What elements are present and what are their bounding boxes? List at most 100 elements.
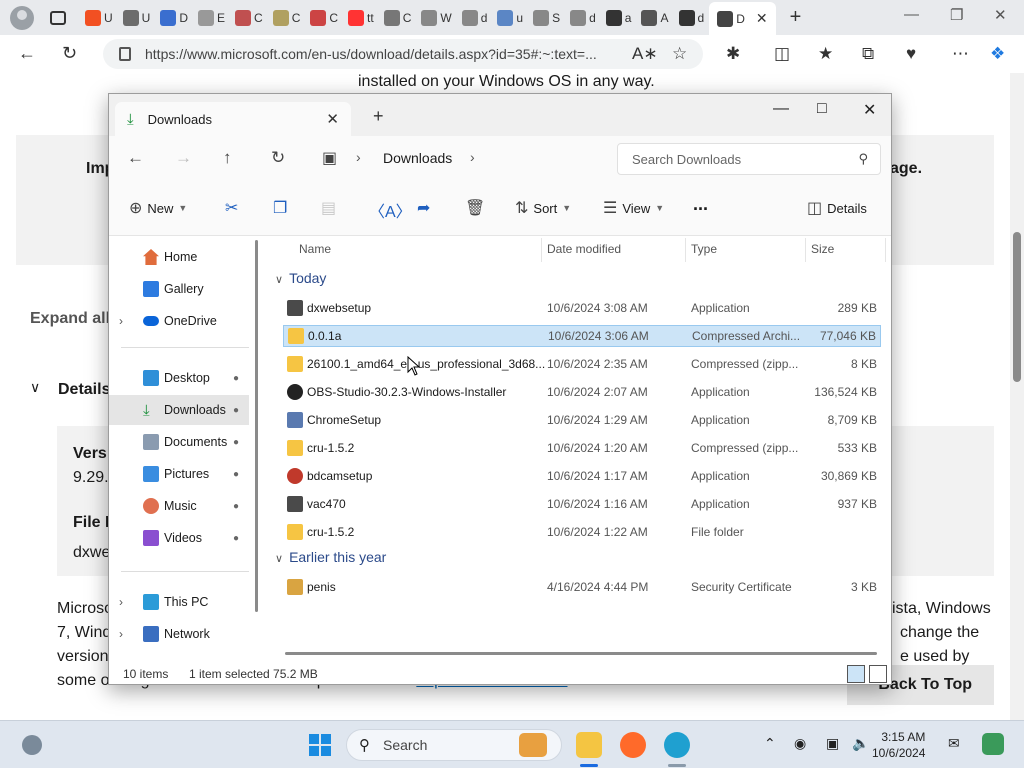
sidebar-item-documents[interactable]: Documents ● [109, 427, 249, 457]
file-row[interactable]: 26100.1_amd64_en-us_professional_3d68...… [283, 353, 881, 375]
details-heading[interactable]: Details [58, 381, 110, 399]
file-row[interactable]: vac470 10/6/2024 1:16 AM Application 937 KB [283, 493, 881, 515]
file-row[interactable]: ChromeSetup 10/6/2024 1:29 AM Application 8… [283, 409, 881, 431]
favorites-icon[interactable]: ★ [818, 44, 833, 64]
explorer-maximize-icon[interactable]: □ [817, 100, 827, 118]
horizontal-scrollbar[interactable] [285, 652, 877, 655]
column-header-name[interactable]: Name [299, 242, 331, 256]
view-button[interactable]: ☰ View ▼ [603, 198, 664, 218]
refresh-icon[interactable]: ↻ [62, 43, 77, 64]
file-row[interactable]: dxwebsetup 10/6/2024 3:08 AM Application 28… [283, 297, 881, 319]
browser-tab[interactable]: C [305, 5, 343, 31]
browser-tab[interactable]: D [155, 5, 193, 31]
explorer-tab-downloads[interactable]: ⤓ Downloads ✕ [115, 102, 351, 136]
rename-button[interactable]: 〈A〉 [369, 198, 412, 222]
details-view-icon[interactable] [847, 665, 865, 683]
delete-button[interactable]: 🗑 [465, 198, 485, 218]
browser-tab[interactable]: C [230, 5, 268, 31]
pin-icon[interactable]: ● [233, 501, 239, 512]
tiles-view-icon[interactable] [869, 665, 887, 683]
more-options-button[interactable]: ... [693, 194, 708, 215]
browser-tab[interactable]: A [636, 5, 673, 31]
file-row[interactable]: OBS-Studio-30.2.3-Windows-Installer 10/6/… [283, 381, 881, 403]
taskbar-search[interactable]: ⚲ Search [346, 729, 562, 761]
browser-tab[interactable]: u [492, 5, 528, 31]
page-scrollbar-thumb[interactable] [1013, 232, 1021, 382]
column-separator[interactable] [541, 238, 542, 262]
sidebar-item-this-pc[interactable]: › This PC [109, 587, 249, 617]
close-tab-icon[interactable]: ✕ [756, 10, 768, 27]
read-aloud-icon[interactable]: A∗ [632, 44, 658, 64]
copilot-taskbar-icon[interactable] [982, 733, 1004, 755]
paste-button[interactable]: ▤ [321, 198, 336, 218]
column-separator[interactable] [885, 238, 886, 262]
file-row[interactable]: 0.0.1a 10/6/2024 3:06 AM Compressed Archi.… [283, 325, 881, 347]
browser-tab[interactable]: W [416, 5, 456, 31]
pin-icon[interactable]: ● [233, 437, 239, 448]
browser-tab[interactable]: tt [343, 5, 379, 31]
sidebar-item-pictures[interactable]: Pictures ● [109, 459, 249, 489]
share-button[interactable]: ➦ [417, 198, 430, 218]
favorite-star-icon[interactable]: ☆ [672, 44, 687, 64]
browser-tab[interactable]: E [193, 5, 230, 31]
expand-chevron-icon[interactable]: › [119, 314, 123, 328]
widgets-icon[interactable] [22, 735, 42, 755]
up-icon[interactable]: ↑ [223, 148, 232, 168]
sidebar-scrollbar[interactable] [255, 240, 258, 612]
chevron-down-icon[interactable]: ∨ [30, 379, 40, 396]
expand-chevron-icon[interactable]: › [119, 595, 123, 609]
this-pc-icon[interactable]: ▣ [322, 148, 337, 168]
file-row[interactable]: penis 4/16/2024 4:44 PM Security Certifica… [283, 576, 881, 598]
more-menu-icon[interactable]: ⋯ [952, 44, 969, 64]
network-status-icon[interactable]: ◉ [794, 735, 806, 752]
file-row[interactable]: bdcamsetup 10/6/2024 1:17 AM Application 30… [283, 465, 881, 487]
column-header-date[interactable]: Date modified [547, 242, 621, 256]
new-tab-button[interactable]: + [790, 6, 802, 29]
browser-tab[interactable]: D ✕ [709, 2, 776, 35]
search-input[interactable]: Search Downloads ⚲ [617, 143, 881, 175]
page-scrollbar[interactable] [1010, 73, 1024, 721]
explorer-new-tab-button[interactable]: + [373, 106, 384, 127]
browser-tab[interactable]: S [528, 5, 565, 31]
profile-avatar[interactable] [10, 5, 34, 30]
tab-actions-icon[interactable] [50, 10, 66, 25]
expand-chevron-icon[interactable]: › [119, 627, 123, 641]
sidebar-item-gallery[interactable]: Gallery [109, 274, 249, 304]
details-pane-button[interactable]: ◫ Details [807, 198, 867, 218]
sidebar-item-onedrive[interactable]: › OneDrive [109, 306, 249, 336]
back-icon[interactable]: ← [127, 148, 144, 168]
breadcrumb-chevron-icon[interactable]: › [470, 149, 475, 165]
browser-tab[interactable]: U [80, 5, 118, 31]
browser-tab[interactable]: U [118, 5, 156, 31]
sidebar-item-home[interactable]: Home [109, 242, 249, 272]
back-icon[interactable]: ← [18, 43, 36, 64]
browser-tab[interactable]: d [674, 5, 710, 31]
sort-button[interactable]: ⇅ Sort ▼ [515, 198, 571, 218]
file-explorer-taskbar-icon[interactable] [576, 732, 602, 758]
close-tab-icon[interactable]: ✕ [326, 110, 339, 128]
split-screen-icon[interactable]: ◫ [774, 44, 790, 64]
column-separator[interactable] [805, 238, 806, 262]
sidebar-item-music[interactable]: Music ● [109, 491, 249, 521]
copilot-icon[interactable]: ❖ [990, 44, 1005, 64]
file-row[interactable]: cru-1.5.2 10/6/2024 1:20 AM Compressed (zi… [283, 437, 881, 459]
forward-icon[interactable]: → [175, 148, 192, 168]
browser-tab[interactable]: C [268, 5, 306, 31]
address-bar[interactable]: https://www.microsoft.com/en-us/download… [103, 39, 703, 69]
system-clock[interactable]: 3:15 AM 10/6/2024 [872, 729, 925, 761]
close-icon[interactable]: ✕ [994, 6, 1007, 24]
pin-icon[interactable]: ● [233, 405, 239, 416]
file-row[interactable]: cru-1.5.2 10/6/2024 1:22 AM File folder [283, 521, 881, 543]
new-button[interactable]: ⊕ New ▼ [129, 198, 187, 218]
breadcrumb-downloads[interactable]: Downloads [383, 150, 452, 166]
sidebar-item-downloads[interactable]: ⤓ Downloads ● [109, 395, 249, 425]
notification-bell-icon[interactable]: ✉ [948, 735, 960, 752]
browser-tab[interactable]: d [565, 5, 601, 31]
edge-icon[interactable] [664, 732, 690, 758]
firefox-icon[interactable] [620, 732, 646, 758]
column-separator[interactable] [685, 238, 686, 262]
start-icon[interactable] [309, 734, 331, 756]
column-header-type[interactable]: Type [691, 242, 717, 256]
collections-icon[interactable]: ⧉ [862, 44, 874, 64]
explorer-close-icon[interactable]: ✕ [863, 100, 876, 120]
